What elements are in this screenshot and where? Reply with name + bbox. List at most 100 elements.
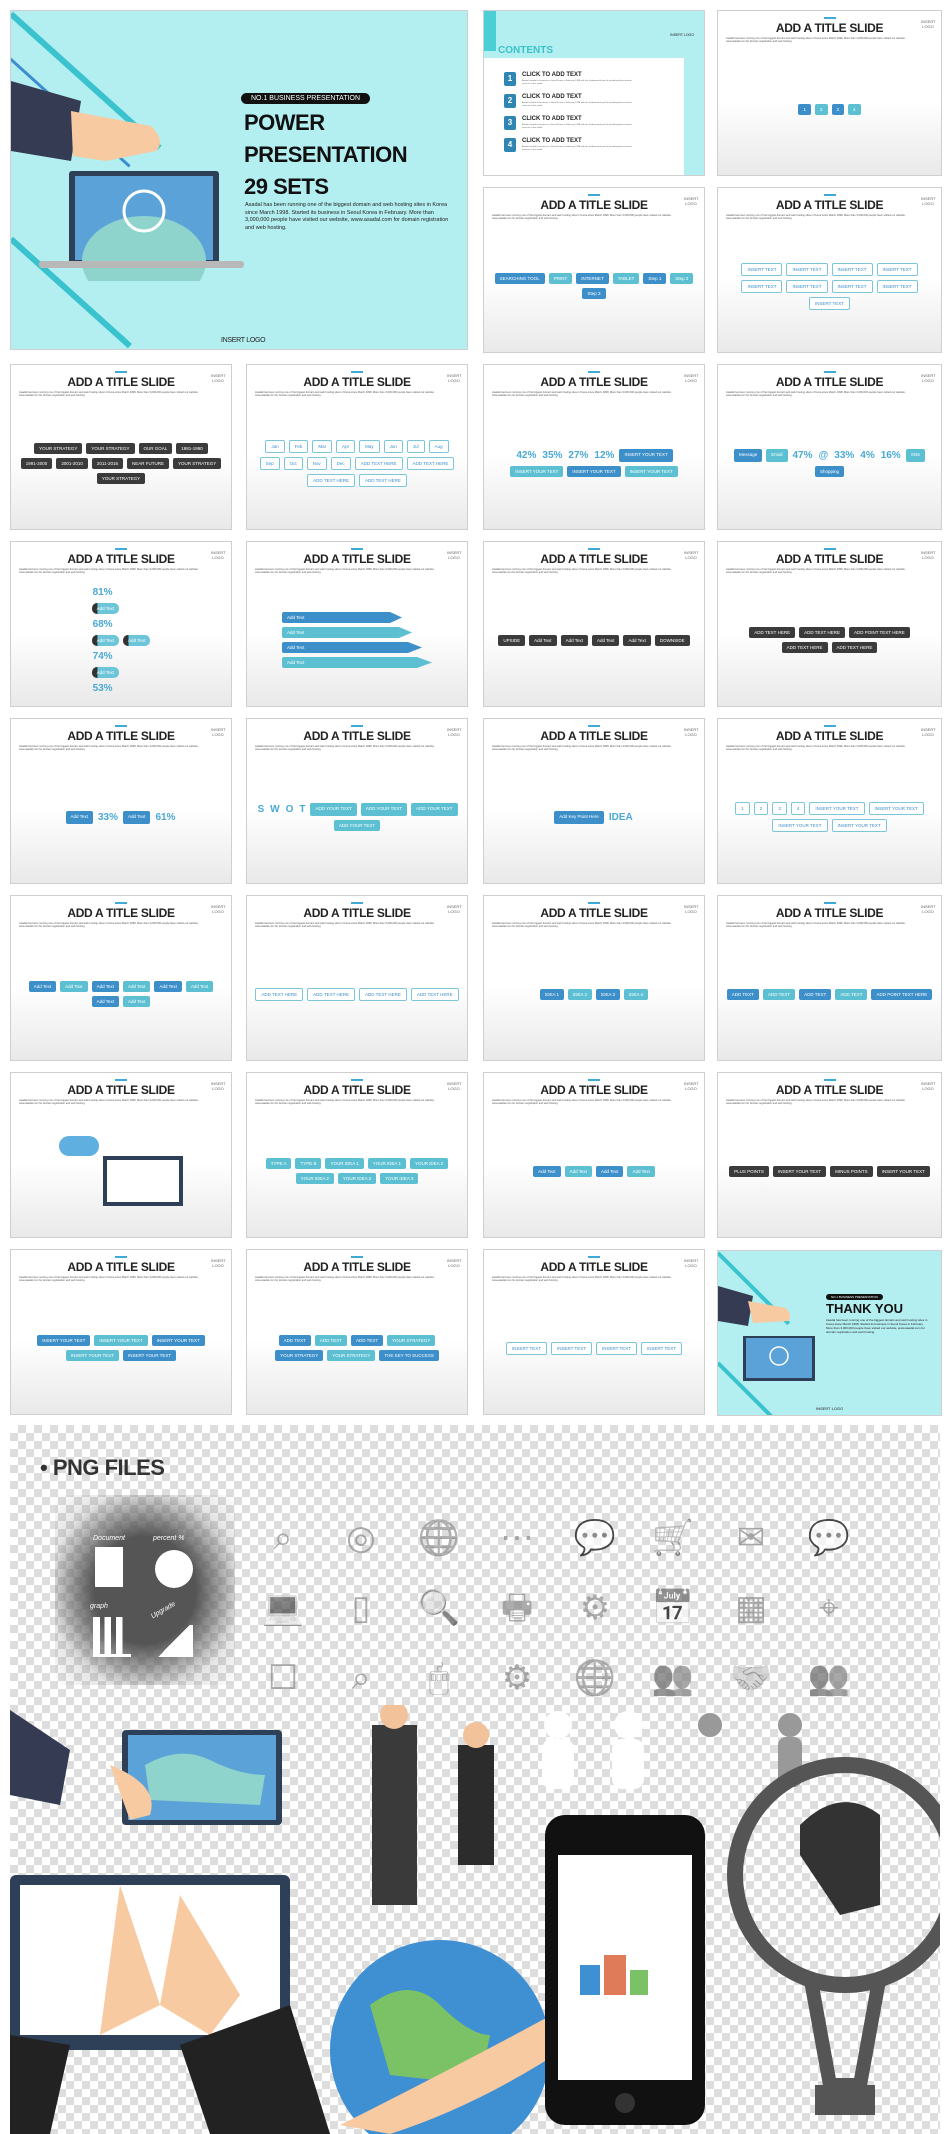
slide-four-columns[interactable]: ADD A TITLE SLIDE INSERT LOGO Asadal has b… — [717, 718, 942, 884]
slide-people-percent[interactable]: ADD A TITLE SLIDE INSERT LOGO Asadal has b… — [10, 718, 232, 884]
slide-content: INSERT YOUR TEXT INSERT YOUR TEXT INSERT Y… — [19, 1290, 223, 1406]
panel-label: graph — [90, 1603, 108, 1610]
slide-gantt[interactable]: ADD A TITLE SLIDE INSERT LOGO Asadal has b… — [246, 364, 468, 530]
slide-list-rows[interactable]: ADD A TITLE SLIDE INSERT LOGO Asadal has b… — [246, 895, 468, 1061]
slide-label: ADD TEXT HERE — [410, 987, 459, 1001]
slide-content: YOUR STRATEGY YOUR STRATEGY OUR GOAL 1981-1… — [19, 405, 223, 521]
cover-description: Asadal has been running one of the bigge… — [245, 202, 449, 231]
slide-label: ADD TEXT HERE — [831, 642, 878, 653]
slide-road[interactable]: ADD A TITLE SLIDE INSERT LOGO Asadal has b… — [10, 1249, 232, 1415]
insert-logo: INSERT LOGO — [211, 904, 226, 914]
slide-label: Add Text — [623, 634, 651, 646]
slide-label: Add Text — [28, 981, 57, 992]
slide-donut[interactable]: ADD A TITLE SLIDE INSERT LOGO Asadal has b… — [717, 364, 942, 530]
slide-phone-steps[interactable]: ADD A TITLE SLIDE INSERT LOGO Asadal has b… — [483, 1072, 705, 1238]
slide-label: PLUS POINTS — [729, 1165, 769, 1177]
slide-label: Jul — [406, 439, 425, 453]
contents-slide[interactable]: CONTENTS INSERT LOGO 1 CLICK TO ADD TEXT A… — [483, 10, 705, 176]
target-icon: ◎ — [346, 1519, 376, 1557]
slide-content: ADD TEXT ADD TEXT ADD TEXT YOUR STRATEGY YOU… — [255, 1290, 459, 1406]
slide-label: TYPE B — [295, 1158, 322, 1169]
contents-item[interactable]: 4 CLICK TO ADD TEXT Asadal started its bus… — [504, 138, 674, 156]
title-accent — [823, 194, 836, 196]
slide-label: Add Text — [123, 996, 151, 1007]
slide-content: SEARCHING TOOL PRINT INTERNET TABLET Step 1S… — [492, 228, 696, 344]
slide-label: INSERT YOUR TEXT — [876, 1165, 930, 1177]
contents-item[interactable]: 2 CLICK TO ADD TEXT Asadal started its bus… — [504, 94, 674, 112]
slide-numbered-lines[interactable]: ADD A TITLE SLIDE INSERT LOGO Asadal has b… — [717, 10, 942, 176]
slide-coins-hand[interactable]: ADD A TITLE SLIDE INSERT LOGO Asadal has b… — [717, 1072, 942, 1238]
contents-item-number: 3 — [504, 116, 516, 130]
slide-body-text: Asadal has been running one of the bigge… — [726, 568, 906, 575]
slide-head-ideas[interactable]: ADD A TITLE SLIDE INSERT LOGO Asadal has b… — [483, 895, 705, 1061]
slide-content: Add Text Add Text Add Text Add Text — [492, 1113, 696, 1229]
slide-business-people[interactable]: ADD A TITLE SLIDE INSERT LOGO Asadal has b… — [246, 1072, 468, 1238]
search-icon: ⌕ — [273, 1519, 293, 1557]
slide-timeline[interactable]: ADD A TITLE SLIDE INSERT LOGO Asadal has b… — [10, 364, 232, 530]
slide-label: 61% — [155, 811, 176, 823]
cover-slide[interactable]: NO.1 BUSINESS PRESENTATION POWER PRESENT… — [10, 10, 468, 350]
slide-label: INTERNET — [576, 273, 609, 284]
title-accent — [823, 725, 836, 727]
slide-title: ADD A TITLE SLIDE — [540, 1260, 648, 1274]
laptop-bulb-illustration — [718, 1286, 815, 1381]
slide-label: ADD POINT TEXT HERE — [848, 627, 910, 638]
clipboard-icon — [95, 1547, 123, 1587]
smartphone-icon: ▯ — [351, 1589, 371, 1627]
slide-label: ADD TEXT HERE — [406, 456, 455, 470]
slide-content: Jan Feb Mar Apr May Jun Jul Aug Sep Oct Nov Dec ADD … — [255, 405, 459, 521]
slide-label: 47% — [792, 450, 813, 461]
slide-label: DOWNSIDE — [654, 634, 690, 646]
slide-title: ADD A TITLE SLIDE — [540, 198, 648, 212]
cover-title: POWER PRESENTATION 29 SETS — [244, 107, 408, 203]
title-accent — [351, 371, 363, 373]
slide-content: Add Text 33% Add Text 61% — [19, 759, 223, 875]
slide-label: SNS — [905, 449, 926, 462]
slide-label: INSERT TEXT — [741, 262, 783, 276]
png-heading: • PNG FILES — [40, 1455, 165, 1480]
slide-label: 3 — [831, 103, 845, 115]
slide-label: 68% — [92, 618, 113, 630]
slide-body-text: Asadal has been running one of the bigge… — [19, 1276, 199, 1283]
slide-world-map[interactable]: ADD A TITLE SLIDE INSERT LOGO Asadal has b… — [483, 1249, 705, 1415]
slide-label: 81% — [92, 586, 113, 598]
cover-badge: NO.1 BUSINESS PRESENTATION — [241, 93, 371, 104]
slide-org-chart[interactable]: ADD A TITLE SLIDE INSERT LOGO Asadal has b… — [717, 187, 942, 353]
slide-label: Add Text — [282, 657, 432, 668]
slide-label: 33% — [97, 811, 118, 823]
slide-label: ADD TEXT HERE — [749, 627, 796, 638]
insert-logo: INSERT LOGO — [921, 373, 936, 383]
slide-idea-bulb[interactable]: ADD A TITLE SLIDE INSERT LOGO Asadal has b… — [483, 718, 705, 884]
slide-step-bars[interactable]: ADD A TITLE SLIDE INSERT LOGO Asadal has b… — [483, 364, 705, 530]
slide-swot[interactable]: ADD A TITLE SLIDE INSERT LOGO Asadal has b… — [246, 718, 468, 884]
slide-progress[interactable]: ADD A TITLE SLIDE INSERT LOGO Asadal has b… — [10, 541, 232, 707]
slide-body-text: Asadal has been running one of the bigge… — [255, 1276, 435, 1283]
slide-label: INSERT TEXT — [876, 279, 918, 293]
insert-logo: INSERT LOGO — [684, 1258, 699, 1268]
slide-circle-quad[interactable]: ADD A TITLE SLIDE INSERT LOGO Asadal has b… — [717, 541, 942, 707]
contents-item[interactable]: 1 CLICK TO ADD TEXT Asadal started its bus… — [504, 72, 674, 90]
slide-cloud-tablet[interactable]: ADD A TITLE SLIDE INSERT LOGO Asadal has b… — [10, 1072, 232, 1238]
slide-label: IDEA 3 — [596, 988, 621, 1000]
thank-you-slide[interactable]: NO.1 BUSINESS PRESENTATION THANK YOU Asa… — [717, 1250, 942, 1416]
slide-strategy-arrow[interactable]: ADD A TITLE SLIDE INSERT LOGO Asadal has b… — [246, 1249, 468, 1415]
slide-globe-ribbon[interactable]: ADD A TITLE SLIDE INSERT LOGO Asadal has b… — [717, 895, 942, 1061]
contents-item[interactable]: 3 CLICK TO ADD TEXT Asadal started its bus… — [504, 116, 674, 134]
slide-title: ADD A TITLE SLIDE — [303, 1260, 411, 1274]
slide-content: INSERT TEXT INSERT TEXT INSERT TEXT INSERT … — [492, 1290, 696, 1406]
slide-label: 1 — [735, 802, 750, 815]
slide-label: Add Text — [282, 627, 412, 638]
slide-title: ADD A TITLE SLIDE — [303, 1083, 411, 1097]
slide-label: 2011-2016 — [91, 457, 124, 469]
slide-up-down[interactable]: ADD A TITLE SLIDE INSERT LOGO Asadal has b… — [483, 541, 705, 707]
slide-content: S W O T ADD YOUR TEXT ADD YOUR TEXT ADD YOUR T… — [255, 759, 459, 875]
insert-logo: INSERT LOGO — [684, 727, 699, 737]
contents-panel: 1 CLICK TO ADD TEXT Asadal started its bus… — [484, 58, 684, 175]
slide-arrows[interactable]: ADD A TITLE SLIDE INSERT LOGO Asadal has b… — [246, 541, 468, 707]
contents-item-desc: Asadal started its business in Seoul Kor… — [522, 146, 632, 151]
slide-title: ADD A TITLE SLIDE — [775, 552, 884, 566]
slide-tree[interactable]: ADD A TITLE SLIDE INSERT LOGO Asadal has b… — [483, 187, 705, 353]
slide-cubes[interactable]: ADD A TITLE SLIDE INSERT LOGO Asadal has b… — [10, 895, 232, 1061]
insert-logo: INSERT LOGO — [684, 904, 699, 914]
slide-label: 1981-1990 — [176, 442, 208, 454]
